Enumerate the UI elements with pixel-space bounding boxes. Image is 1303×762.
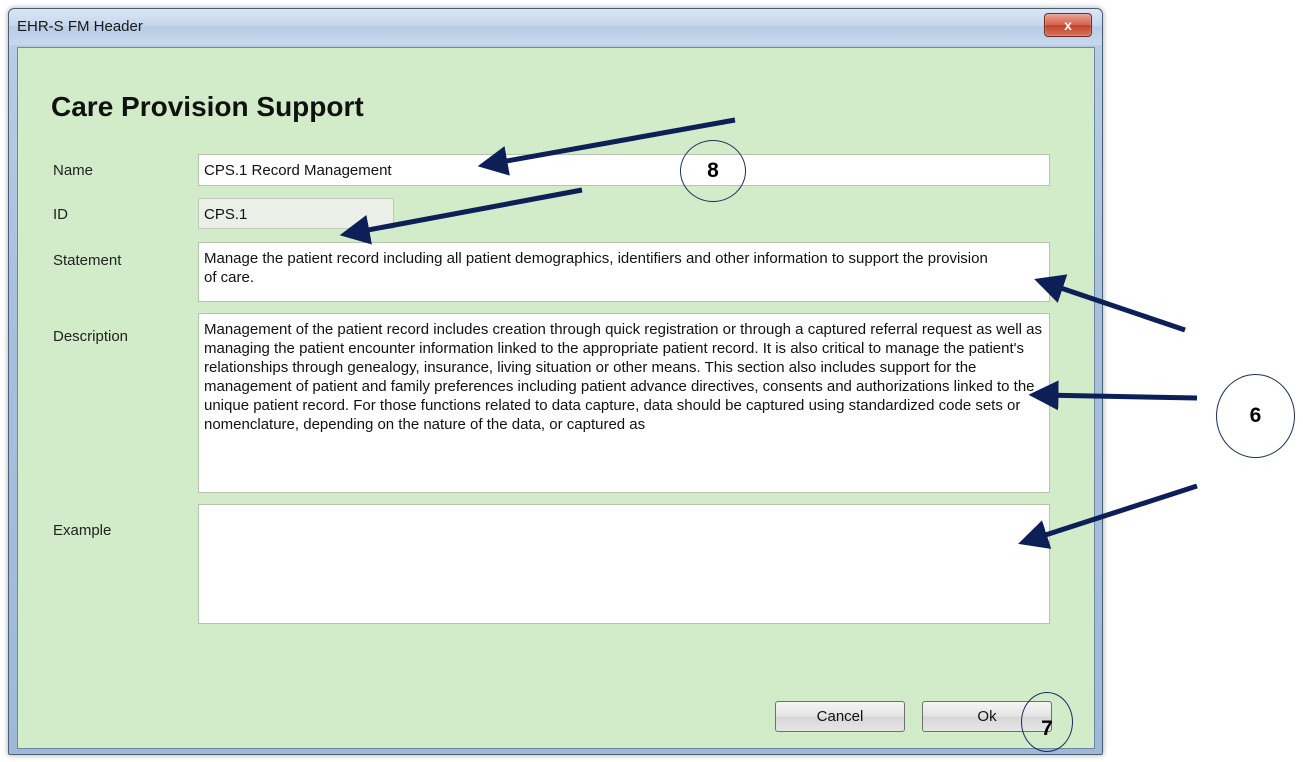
callout-7: 7 <box>1021 692 1073 752</box>
arrow-to-description-field <box>1028 380 1198 411</box>
callout-6: 6 <box>1216 374 1295 458</box>
arrow-to-example-field <box>1018 483 1198 549</box>
callout-8: 8 <box>680 140 746 202</box>
arrow-to-statement-field <box>1034 274 1186 333</box>
arrow-to-id-field <box>339 187 583 245</box>
annotation-arrows <box>339 117 1198 549</box>
